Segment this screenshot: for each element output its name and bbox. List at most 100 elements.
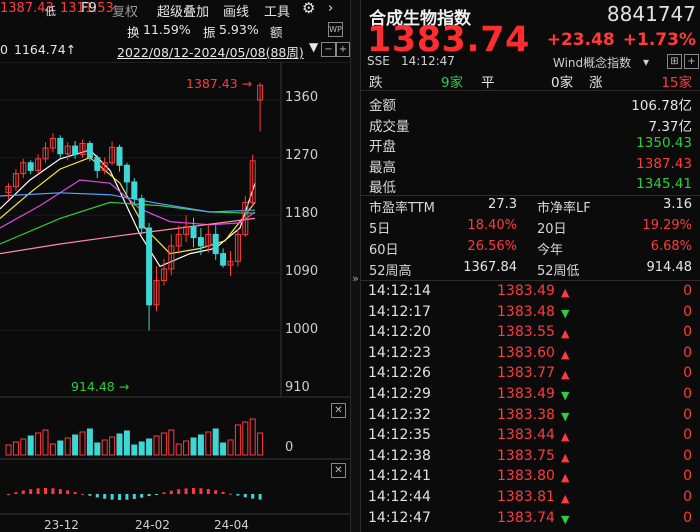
volume-bar [197,434,204,456]
amplitude-value: 5.93% [219,22,259,37]
tick-row[interactable]: 14:12:20 1383.55 ▲ 0 [361,323,700,345]
down-count: 9家 [441,75,464,91]
tick-price: 1383.49 [497,386,555,402]
candle-body [197,237,204,247]
add-icon[interactable]: + [684,54,699,69]
stat-label: 金额 [369,98,396,114]
tick-row[interactable]: 14:12:35 1383.44 ▲ 0 [361,426,700,448]
gear-icon[interactable]: ⚙ [302,0,315,17]
up-arrow-icon: ▲ [561,492,570,505]
tick-price: 1383.49 [497,283,555,299]
up-arrow-icon: ▲ [561,430,570,444]
tick-volume: 0 [683,365,692,382]
macd-bar [95,494,99,498]
macd-bar [192,488,195,494]
tools-button[interactable]: 工具 [264,1,290,20]
stat-value: 1387.43 [636,155,692,172]
tick-row[interactable]: 14:12:41 1383.80 ▲ 0 [361,467,700,489]
tick-row[interactable]: 14:12:38 1383.75 ▲ 0 [361,447,700,469]
date-range-selector[interactable]: 2022/08/12-2024/05/08(88周) [117,42,304,61]
up-arrow-icon: ▲ [561,327,570,341]
macd-bar [162,492,166,494]
stat-value: 1345.41 [636,176,692,192]
volume-bar [242,421,249,456]
candle-body [57,137,64,155]
grid-icon[interactable]: ⊞ [667,54,682,69]
volume-bar [160,432,167,456]
tick-row[interactable]: 14:12:29 1383.49 ▼ 0 [361,385,700,407]
valuation-value: 6.68% [650,239,692,254]
tick-row[interactable]: 14:12:44 1383.81 ▲ 0 [361,488,700,510]
settings-chevron-icon[interactable]: › [328,1,333,16]
tick-row[interactable]: 14:12:26 1383.77 ▲ 0 [361,364,700,386]
candle-body [220,253,227,266]
expand-icon[interactable]: » [351,272,360,285]
candlestick-chart[interactable] [0,62,350,532]
minus-icon[interactable]: − [321,42,336,57]
volume-bar [168,429,175,456]
valuation-value: 3.16 [663,197,692,212]
kline-panel[interactable]: 1387.43 低 1311.53 F9 复权 超级叠加 画线 工具 ⚙ › 换… [0,0,350,532]
tick-row[interactable]: 14:12:32 1383.38 ▼ 0 [361,406,700,428]
up-arrow-icon: ▲ [561,471,570,485]
volume-bar [57,440,64,456]
macd-bar [199,488,203,494]
volume-axis-zero: 0 [285,440,294,455]
tick-volume: 0 [683,386,692,402]
volume-bar [190,437,197,456]
tick-time: 14:12:17 [368,303,431,320]
tick-time: 14:12:29 [368,386,431,402]
flat-label: 平 [481,75,495,91]
volume-bar [64,437,71,456]
stat-row: 开盘 1350.43 [361,134,700,155]
fuquan-button[interactable]: 复权 [112,1,138,20]
turnover-label: 换 [127,25,140,40]
overlay-button[interactable]: 超级叠加 [157,1,209,20]
collapse-volume-icon[interactable]: ✕ [331,403,346,418]
stat-row: 金额 106.78亿 [361,93,700,114]
plus-icon[interactable]: + [336,42,350,57]
macd-bar [236,494,240,496]
panel-splitter[interactable]: » [350,0,361,532]
volume-bar [227,439,234,456]
tick-row[interactable]: 14:12:17 1383.48 ▼ 0 [361,303,700,325]
up-arrow-icon: ▲ [561,347,570,361]
up-arrow-icon: ▲ [561,450,570,464]
wp-icon[interactable]: WP [328,22,343,37]
volume-bar [116,433,123,456]
range-zero: 0 [0,42,8,57]
date-axis-label: 24-02 [135,518,170,532]
volume-bar [123,430,130,456]
tick-volume: 0 [683,447,692,464]
candle-body [86,143,93,159]
valuation-value: 1367.84 [463,260,517,275]
volume-bar [249,418,256,456]
tick-price: 1383.44 [497,427,555,444]
volume-bar [109,436,116,456]
macd-bar [169,490,173,494]
quote-subheader: SSE 14:12:47 Wind概念指数 ▾ ⊞ + [361,54,700,70]
draw-button[interactable]: 画线 [223,1,249,20]
macd-bar [66,490,70,494]
caret-down-icon[interactable]: ▼ [309,40,318,54]
valuation-label: 52周低 [537,264,580,279]
tick-row[interactable]: 14:12:23 1383.60 ▲ 0 [361,344,700,366]
concept-dropdown-icon[interactable]: ▾ [643,55,649,69]
valuation-label: 60日 [369,243,399,258]
max-price-label: 1387.43 → [186,76,253,91]
volume-bar [183,440,190,456]
volume-bar [257,432,264,456]
tick-price: 1383.60 [497,344,555,361]
tick-row[interactable]: 14:12:14 1383.49 ▲ 0 [361,282,700,304]
volume-bar [212,428,219,456]
date-axis-label: 23-12 [44,518,79,532]
tick-volume: 0 [683,427,692,444]
change-percent: +1.73% [622,30,696,50]
candle-body [138,198,145,229]
collapse-macd-icon[interactable]: ✕ [331,463,346,478]
macd-bar [132,494,136,499]
valuation-row: 60日 26.56% 今年 6.68% [361,238,700,258]
tick-row[interactable]: 14:12:47 1383.74 ▼ 0 [361,509,700,531]
volume-bar [205,431,212,456]
f9-button[interactable]: F9 [81,1,97,16]
